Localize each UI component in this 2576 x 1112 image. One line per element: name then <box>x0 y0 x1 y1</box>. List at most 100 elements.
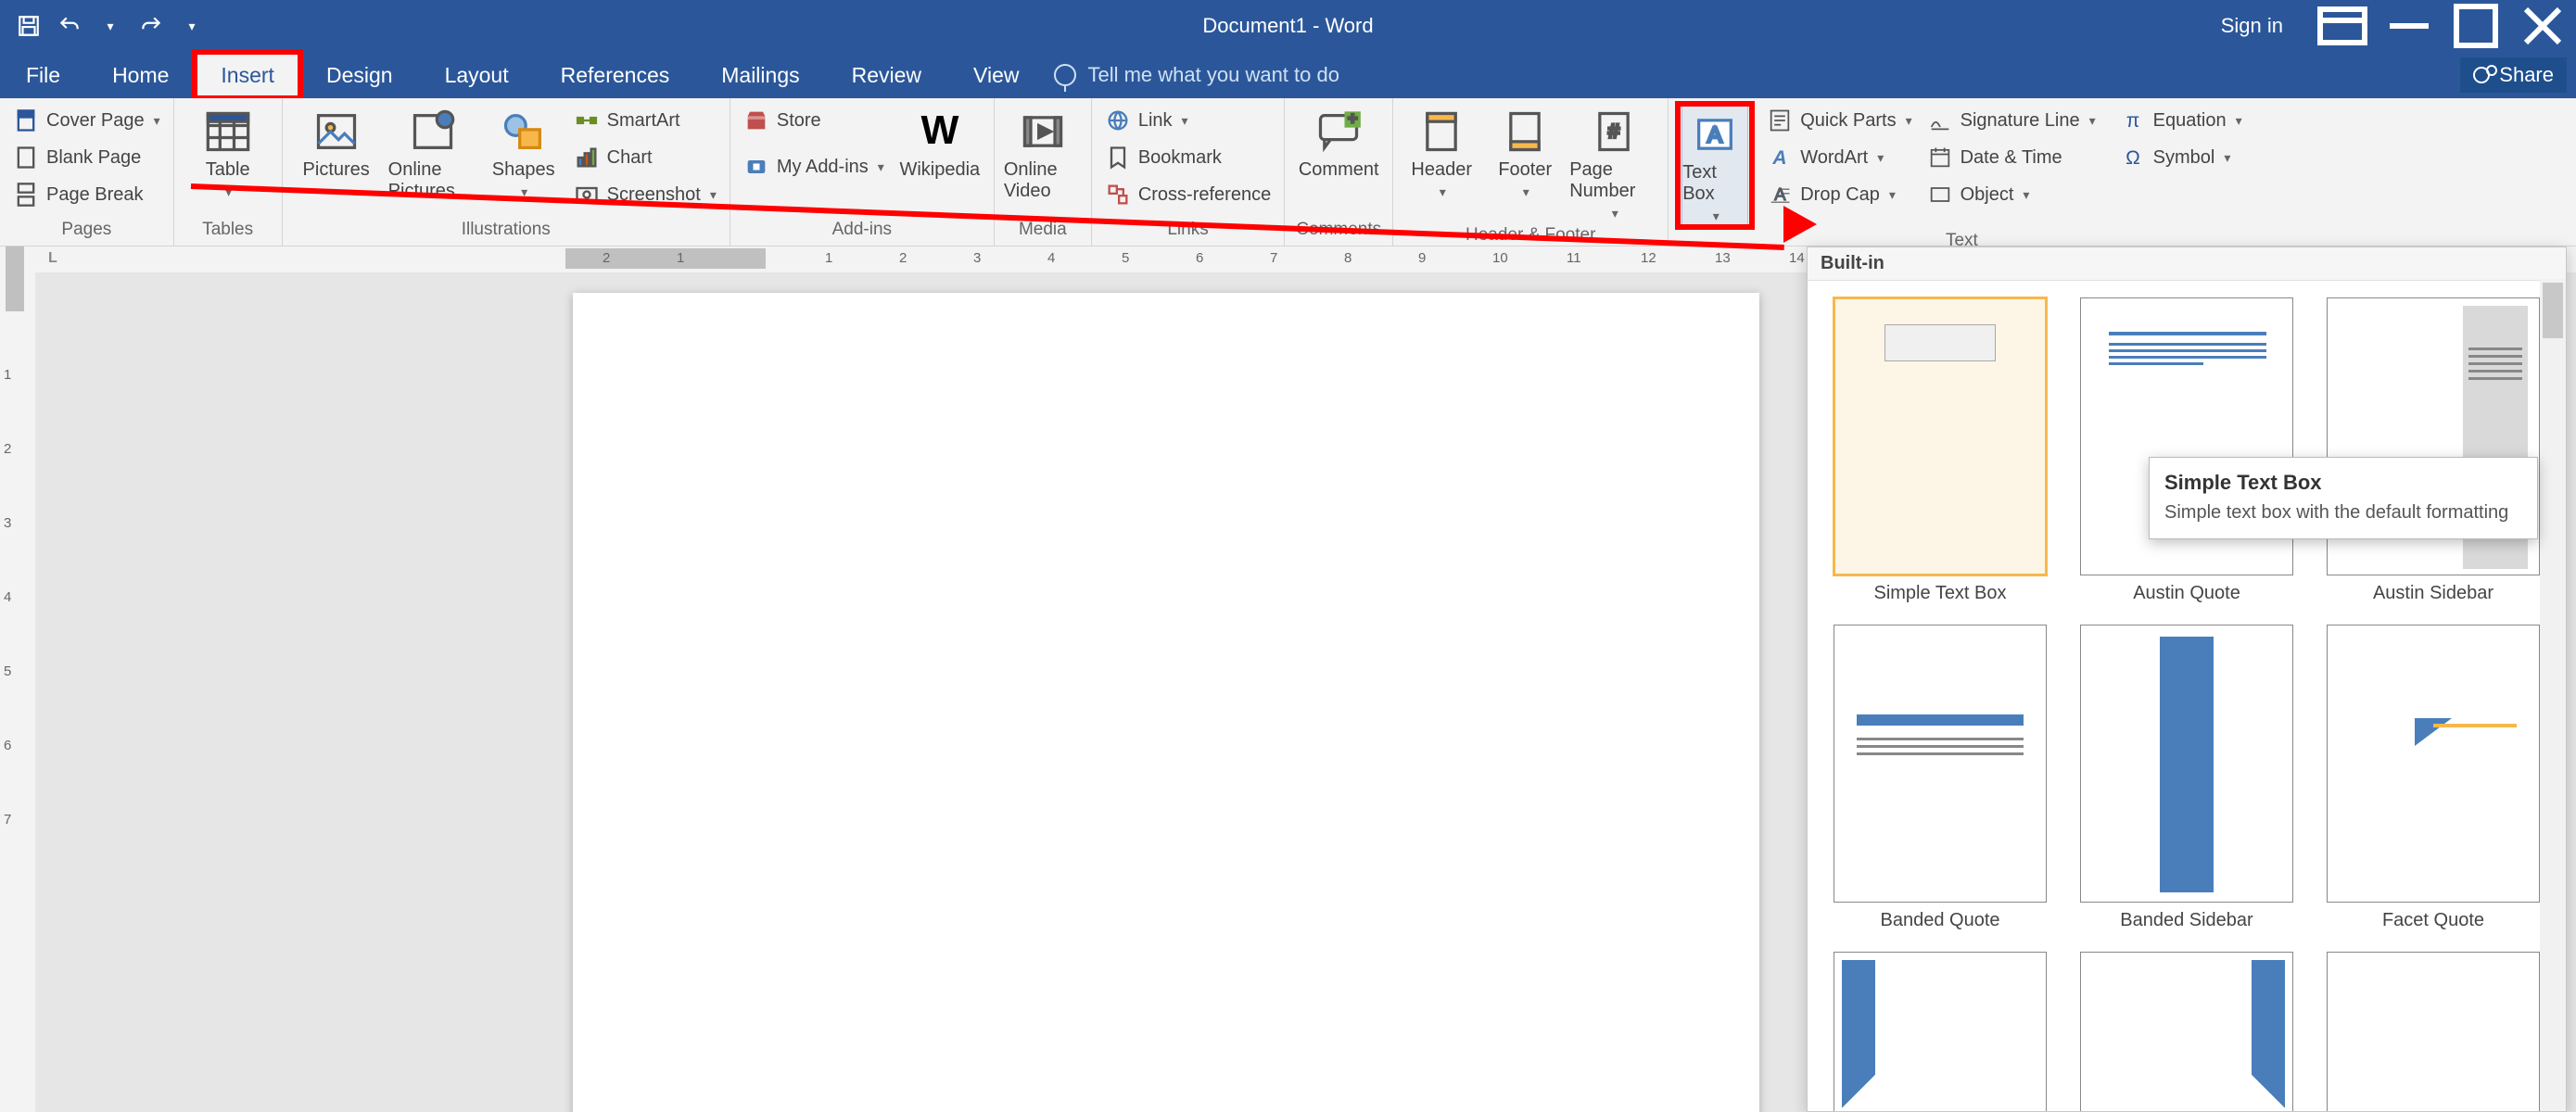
online-pictures-icon <box>409 107 457 156</box>
group-comments: +Comment Comments <box>1285 98 1393 246</box>
store-button[interactable]: Store <box>740 104 888 137</box>
group-label-pages: Pages <box>9 216 164 246</box>
svg-text:A: A <box>1707 123 1722 148</box>
save-icon[interactable] <box>17 14 41 38</box>
tab-references[interactable]: References <box>535 52 696 98</box>
ribbon-display-options-icon[interactable] <box>2309 0 2376 52</box>
lightbulb-icon <box>1054 64 1076 86</box>
tab-mailings[interactable]: Mailings <box>695 52 825 98</box>
my-addins-button[interactable]: My Add-ins▾ <box>740 150 888 183</box>
footer-button[interactable]: Footer▾ <box>1488 104 1562 221</box>
cross-reference-button[interactable]: Cross-reference <box>1101 178 1275 211</box>
maximize-icon[interactable] <box>2443 0 2509 52</box>
undo-icon[interactable] <box>57 14 82 38</box>
gallery-item-facet-sidebar-left[interactable]: Facet Sidebar (Left) <box>1830 952 2050 1112</box>
bookmark-icon <box>1105 145 1131 171</box>
my-addins-icon <box>743 154 769 180</box>
link-button[interactable]: Link▾ <box>1101 104 1275 137</box>
wikipedia-button[interactable]: WWikipedia <box>895 104 984 183</box>
group-text: A Text Box▾ Quick Parts▾ AWordArt▾ ADrop… <box>1669 98 2254 246</box>
sign-in-link[interactable]: Sign in <box>2195 14 2309 38</box>
redo-icon[interactable] <box>139 14 163 38</box>
object-button[interactable]: Object▾ <box>1923 178 2100 211</box>
gallery-scrollbar[interactable] <box>2540 279 2566 1111</box>
tab-review[interactable]: Review <box>826 52 947 98</box>
tab-design[interactable]: Design <box>300 52 419 98</box>
online-video-button[interactable]: Online Video <box>1004 104 1082 202</box>
gallery-item-banded-sidebar[interactable]: Banded Sidebar <box>2076 625 2297 931</box>
signature-line-icon <box>1927 107 1953 133</box>
group-pages: Cover Page▾ Blank Page Page Break Pages <box>0 98 174 246</box>
title-bar: ▾ ▾ Document1 - Word Sign in <box>0 0 2576 52</box>
text-box-highlight: A Text Box▾ <box>1678 104 1752 227</box>
pictures-icon <box>312 107 361 156</box>
group-tables: Table▾ Tables <box>174 98 283 246</box>
signature-line-button[interactable]: Signature Line▾ <box>1923 104 2100 137</box>
tab-layout[interactable]: Layout <box>419 52 535 98</box>
svg-text:A: A <box>1772 147 1787 169</box>
wordart-icon: A <box>1767 145 1793 171</box>
text-box-gallery: Built-in Simple Text Box Austin Quote Au… <box>1807 246 2567 1112</box>
share-button[interactable]: Share <box>2460 57 2567 93</box>
tab-home[interactable]: Home <box>86 52 195 98</box>
comment-button[interactable]: +Comment <box>1294 104 1383 181</box>
smartart-icon <box>574 107 600 133</box>
close-icon[interactable] <box>2509 0 2576 52</box>
group-illustrations: Pictures Online Pictures Shapes▾ SmartAr… <box>283 98 730 246</box>
gallery-item-facet-sidebar-right[interactable]: Facet Sidebar (Right) <box>2076 952 2297 1112</box>
tab-selector-icon[interactable]: L <box>48 250 57 267</box>
drop-cap-icon: A <box>1767 182 1793 208</box>
group-label-illustrations: Illustrations <box>292 216 720 246</box>
page-break-icon <box>13 182 39 208</box>
gallery-item-filigree-quote[interactable]: Filigree Quote <box>2323 952 2544 1112</box>
blank-page-button[interactable]: Blank Page <box>9 141 164 174</box>
gallery-item-austin-quote[interactable]: Austin Quote <box>2076 297 2297 604</box>
symbol-button[interactable]: ΩSymbol▾ <box>2116 141 2246 174</box>
header-icon <box>1417 107 1466 156</box>
tell-me-search[interactable]: Tell me what you want to do <box>1054 52 1339 98</box>
undo-dropdown-icon[interactable]: ▾ <box>98 14 122 38</box>
text-box-button[interactable]: A Text Box▾ <box>1681 106 1748 225</box>
bookmark-button[interactable]: Bookmark <box>1101 141 1275 174</box>
qat-customize-icon[interactable]: ▾ <box>180 14 204 38</box>
tab-insert[interactable]: Insert <box>195 52 300 98</box>
share-icon <box>2473 67 2490 83</box>
document-page[interactable] <box>573 293 1759 1112</box>
online-video-icon <box>1019 107 1067 156</box>
gallery-item-austin-sidebar[interactable]: Austin Sidebar <box>2323 297 2544 604</box>
quick-parts-button[interactable]: Quick Parts▾ <box>1763 104 1915 137</box>
date-time-button[interactable]: Date & Time <box>1923 141 2100 174</box>
minimize-icon[interactable] <box>2376 0 2443 52</box>
tab-view[interactable]: View <box>947 52 1045 98</box>
equation-button[interactable]: πEquation▾ <box>2116 104 2246 137</box>
quick-access-toolbar: ▾ ▾ <box>0 14 204 38</box>
symbol-icon: Ω <box>2120 145 2146 171</box>
tab-file[interactable]: File <box>0 52 86 98</box>
quick-parts-icon <box>1767 107 1793 133</box>
gallery-item-simple-text-box[interactable]: Simple Text Box <box>1830 297 2050 604</box>
page-break-button[interactable]: Page Break <box>9 178 164 211</box>
equation-icon: π <box>2120 107 2146 133</box>
ribbon: Cover Page▾ Blank Page Page Break Pages … <box>0 98 2576 246</box>
page-number-icon: # <box>1590 107 1638 156</box>
cross-reference-icon <box>1105 182 1131 208</box>
ribbon-tabs: File Home Insert Design Layout Reference… <box>0 52 2576 98</box>
header-button[interactable]: Header▾ <box>1402 104 1480 221</box>
table-icon <box>204 107 252 156</box>
svg-text:π: π <box>2126 110 2139 132</box>
svg-text:W: W <box>920 108 958 153</box>
gallery-header: Built-in <box>1808 247 2566 281</box>
tooltip-body: Simple text box with the default formatt… <box>2164 500 2522 525</box>
cover-page-button[interactable]: Cover Page▾ <box>9 104 164 137</box>
chart-button[interactable]: Chart <box>570 141 720 174</box>
cover-page-icon <box>13 107 39 133</box>
page-number-button[interactable]: #Page Number▾ <box>1569 104 1658 221</box>
blank-page-icon <box>13 145 39 171</box>
smartart-button[interactable]: SmartArt <box>570 104 720 137</box>
gallery-item-banded-quote[interactable]: Banded Quote <box>1830 625 2050 931</box>
wordart-button[interactable]: AWordArt▾ <box>1763 141 1915 174</box>
gallery-item-facet-quote[interactable]: Facet Quote <box>2323 625 2544 931</box>
vertical-ruler: 1 2 3 4 5 6 7 <box>0 246 35 1112</box>
link-icon <box>1105 107 1131 133</box>
comment-icon: + <box>1314 107 1363 156</box>
